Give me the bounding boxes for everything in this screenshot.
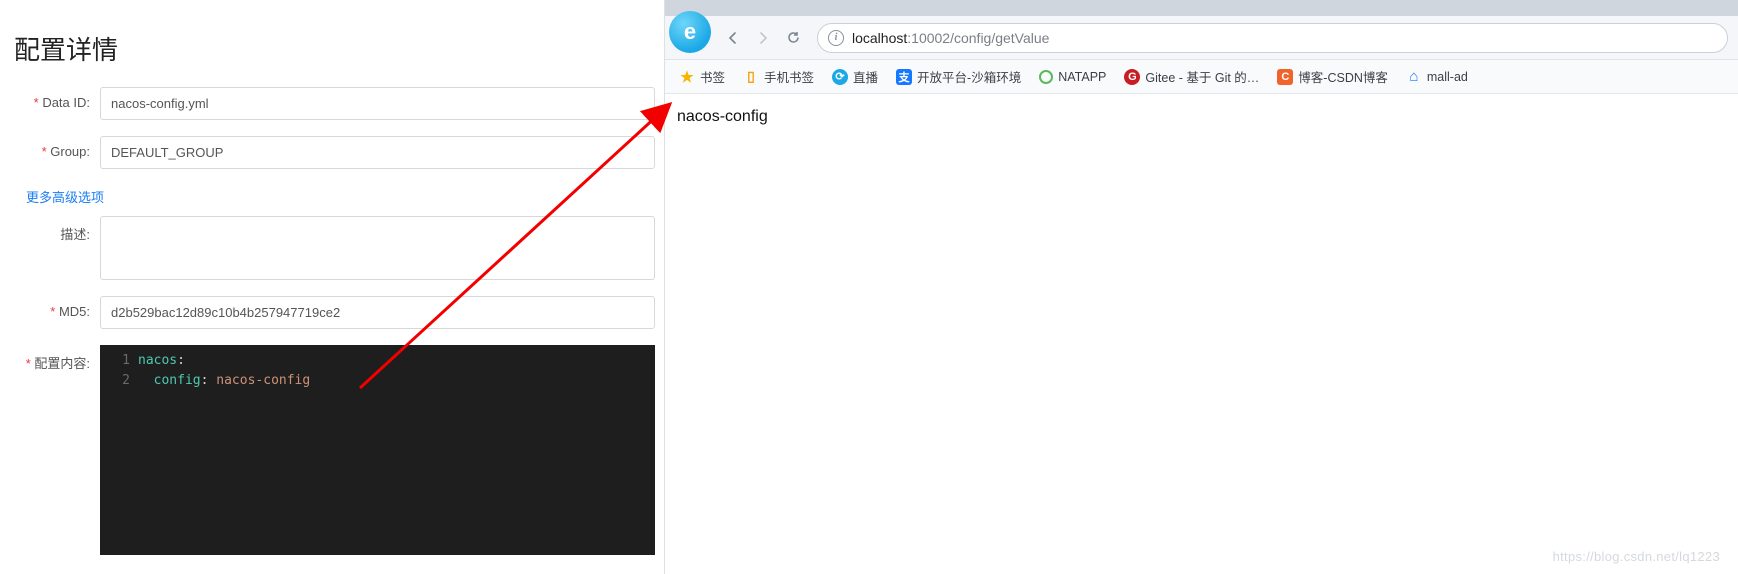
bookmark-bar: ★ 书签 ▯ 手机书签 ⟳ 直播 支 开放平台-沙箱环境 NATAPP G Gi… — [665, 60, 1738, 94]
config-detail-panel: 配置详情 Data ID: Group: 更多高级选项 描述: MD5: 配置内… — [0, 0, 665, 574]
watermark-text: https://blog.csdn.net/lq1223 — [1553, 549, 1720, 564]
group-label: Group: — [14, 136, 100, 159]
bookmark-item[interactable]: ⌂ mall-ad — [1400, 65, 1474, 89]
md5-input[interactable] — [100, 296, 655, 329]
code-line: 2 config: nacos-config — [100, 371, 655, 391]
md5-row: MD5: — [14, 296, 664, 329]
browser-window: e i localhost:10002/config/getValue ★ 书签… — [665, 0, 1738, 574]
code-line: 1 nacos: — [100, 351, 655, 371]
live-icon: ⟳ — [832, 69, 848, 85]
forward-button[interactable] — [749, 24, 777, 52]
bookmark-item[interactable]: ▯ 手机书签 — [737, 63, 820, 90]
bookmark-label: Gitee - 基于 Git 的… — [1145, 67, 1259, 86]
bookmark-item[interactable]: ★ 书签 — [673, 63, 731, 90]
code-text: nacos: — [138, 351, 655, 371]
line-number: 1 — [100, 351, 138, 371]
browser-toolbar: e i localhost:10002/config/getValue — [665, 16, 1738, 60]
bookmark-item[interactable]: G Gitee - 基于 Git 的… — [1118, 63, 1265, 90]
bookmark-label: 开放平台-沙箱环境 — [917, 67, 1021, 86]
advanced-options-link[interactable]: 更多高级选项 — [26, 187, 104, 206]
page-title: 配置详情 — [14, 30, 664, 67]
chevron-right-icon — [756, 31, 770, 45]
group-input[interactable] — [100, 136, 655, 169]
url-text: localhost:10002/config/getValue — [852, 30, 1049, 46]
phone-icon: ▯ — [743, 69, 759, 85]
content-row: 配置内容: 1 nacos: 2 config: nacos-config — [14, 345, 664, 555]
response-text: nacos-config — [677, 108, 768, 125]
reload-icon — [786, 30, 801, 45]
bookmark-label: NATAPP — [1058, 70, 1106, 84]
bookmark-item[interactable]: C 博客-CSDN博客 — [1271, 63, 1394, 90]
bookmark-label: 博客-CSDN博客 — [1298, 67, 1388, 86]
bookmark-label: 书签 — [700, 67, 725, 86]
alipay-icon: 支 — [896, 69, 912, 85]
back-button[interactable] — [719, 24, 747, 52]
site-info-icon[interactable]: i — [828, 30, 844, 46]
desc-input[interactable] — [100, 216, 655, 280]
reload-button[interactable] — [779, 24, 807, 52]
bookmark-item[interactable]: NATAPP — [1033, 66, 1112, 88]
data-id-row: Data ID: — [14, 87, 664, 120]
desc-label: 描述: — [14, 216, 100, 243]
data-id-label: Data ID: — [14, 87, 100, 110]
bookmark-item[interactable]: 支 开放平台-沙箱环境 — [890, 63, 1027, 90]
chevron-left-icon — [726, 31, 740, 45]
group-row: Group: — [14, 136, 664, 169]
config-content-editor[interactable]: 1 nacos: 2 config: nacos-config — [100, 345, 655, 555]
bookmark-item[interactable]: ⟳ 直播 — [826, 63, 884, 90]
bookmark-label: 手机书签 — [764, 67, 814, 86]
star-icon: ★ — [679, 69, 695, 85]
bookmark-label: 直播 — [853, 67, 878, 86]
page-content: nacos-config — [665, 94, 1738, 574]
gitee-icon: G — [1124, 69, 1140, 85]
browser-tab-strip — [665, 0, 1738, 16]
bookmark-label: mall-ad — [1427, 70, 1468, 84]
store-icon: ⌂ — [1406, 69, 1422, 85]
content-label: 配置内容: — [14, 345, 100, 372]
natapp-icon — [1039, 70, 1053, 84]
md5-label: MD5: — [14, 296, 100, 319]
csdn-icon: C — [1277, 69, 1293, 85]
data-id-input[interactable] — [100, 87, 655, 120]
browser-logo-icon: e — [669, 11, 711, 53]
address-bar[interactable]: i localhost:10002/config/getValue — [817, 23, 1728, 53]
desc-row: 描述: — [14, 216, 664, 280]
line-number: 2 — [100, 371, 138, 391]
code-text: config: nacos-config — [138, 371, 655, 391]
